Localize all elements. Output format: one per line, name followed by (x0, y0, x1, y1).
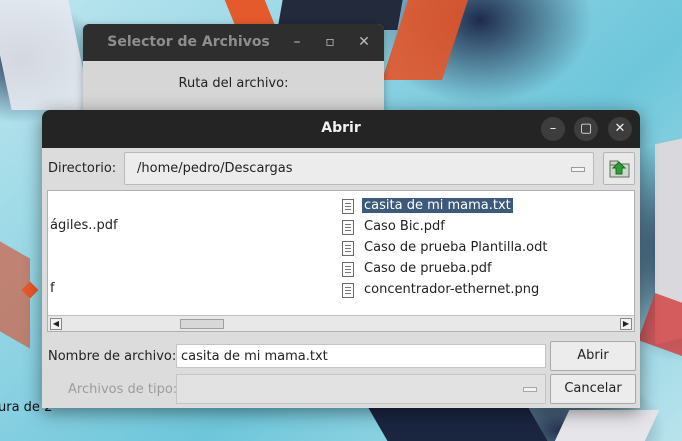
wallpaper-shape (368, 408, 552, 441)
wallpaper-shape (637, 292, 682, 358)
maximize-button[interactable]: ▢ (574, 117, 598, 141)
directory-value: /home/pedro/Descargas (137, 161, 293, 176)
filetype-label: Archivos de tipo: (68, 382, 178, 397)
file-name: Caso de prueba Plantilla.odt (364, 240, 548, 255)
minimize-button[interactable]: – (541, 117, 565, 141)
document-icon (342, 283, 354, 298)
parent-directory-button[interactable] (603, 152, 635, 185)
minimize-icon[interactable]: – (288, 33, 306, 51)
open-file-dialog[interactable]: Abrir – ▢ ✕ Directorio: /home/pedro/Desc… (42, 110, 640, 408)
filetype-combo[interactable] (176, 374, 546, 404)
scroll-left-button[interactable]: ◀ (50, 318, 62, 330)
directory-label: Directorio: (48, 161, 117, 176)
file-name: concentrador-ethernet.png (364, 282, 540, 297)
file-list-left-column: ágiles..pdf f (48, 191, 338, 315)
horizontal-scrollbar[interactable]: ◀ ▶ (48, 315, 634, 331)
scrollbar-thumb[interactable] (180, 319, 224, 329)
wallpaper-shape (0, 0, 92, 110)
background-window-titlebar[interactable]: Selector de Archivos – ▫ ✕ (83, 24, 384, 61)
directory-combo[interactable]: /home/pedro/Descargas (124, 152, 594, 185)
combo-handle-icon (571, 167, 585, 172)
wallpaper-shape (0, 241, 30, 349)
combo-handle-icon (523, 387, 537, 392)
file-path-label: Ruta del archivo: (178, 76, 289, 91)
file-name: Caso de prueba.pdf (364, 261, 492, 276)
close-icon[interactable]: ✕ (355, 33, 373, 51)
document-icon (342, 220, 354, 235)
list-item[interactable]: ágiles..pdf (50, 218, 118, 233)
document-icon (342, 199, 354, 214)
wallpaper-shape (550, 410, 660, 441)
scroll-right-button[interactable]: ▶ (620, 318, 632, 330)
folder-up-icon (609, 160, 630, 178)
cancel-button[interactable]: Cancelar (550, 374, 636, 404)
list-item[interactable]: f (50, 281, 55, 296)
file-name: casita de mi mama.txt (362, 198, 513, 213)
open-button[interactable]: Abrir (550, 341, 636, 371)
filename-label: Nombre de archivo: (48, 349, 177, 364)
file-name: Caso Bic.pdf (364, 219, 445, 234)
dialog-titlebar[interactable]: Abrir – ▢ ✕ (42, 110, 640, 148)
maximize-icon[interactable]: ▫ (321, 33, 339, 51)
close-button[interactable]: ✕ (608, 117, 632, 141)
wallpaper-shape (224, 0, 276, 26)
file-list[interactable]: ágiles..pdf f casita de mi mama.txt Caso… (47, 190, 635, 332)
document-icon (342, 262, 354, 277)
filename-input[interactable] (176, 344, 546, 368)
background-window-title: Selector de Archivos (107, 34, 270, 50)
document-icon (342, 241, 354, 256)
